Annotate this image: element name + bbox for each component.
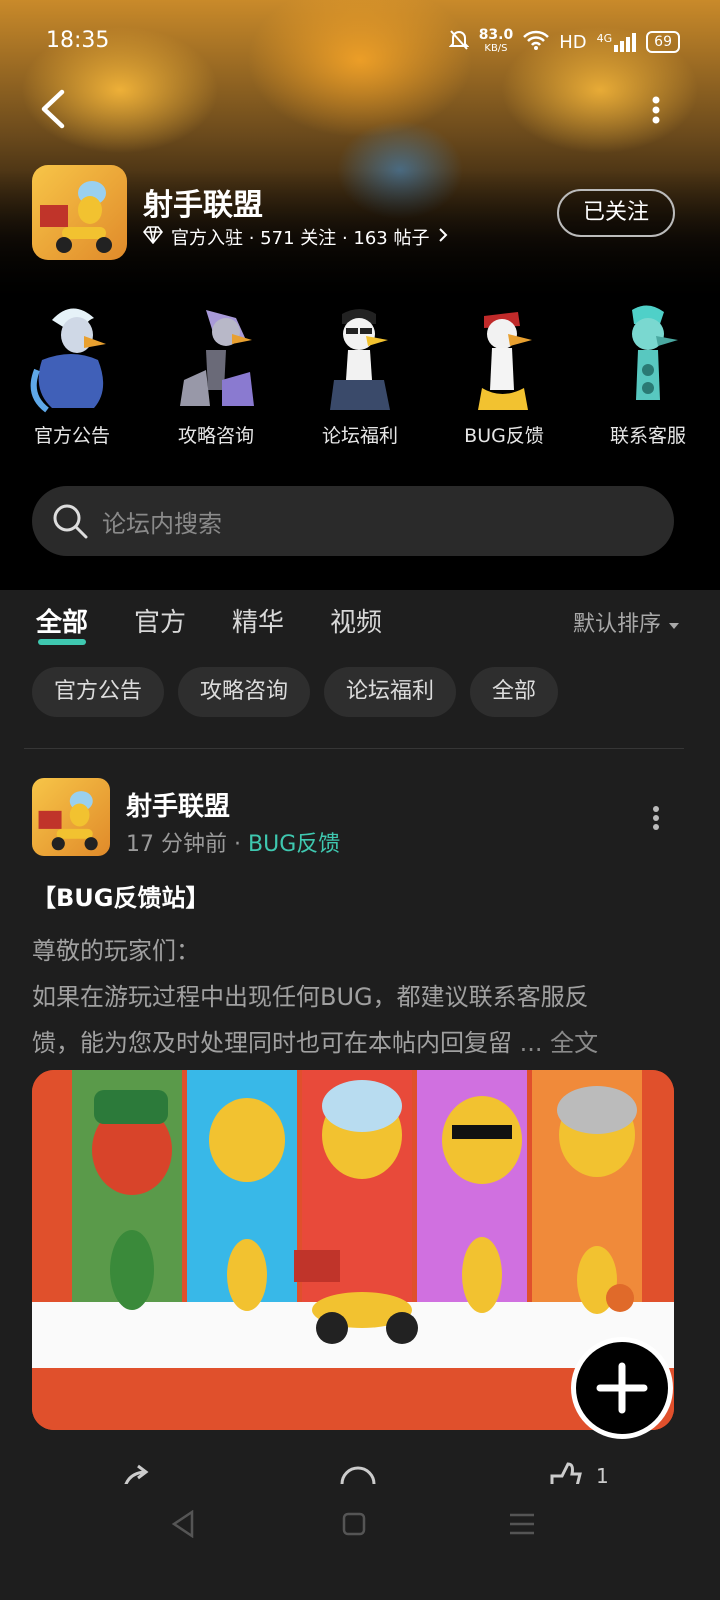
search-icon bbox=[52, 503, 88, 539]
post-more-icon[interactable] bbox=[650, 806, 662, 830]
nav-menu-icon[interactable] bbox=[508, 1512, 536, 1540]
create-post-button[interactable] bbox=[571, 1337, 673, 1439]
like-count: 1 bbox=[596, 1464, 609, 1484]
chevron-right-icon bbox=[438, 227, 448, 248]
announcement-character-icon bbox=[30, 308, 106, 413]
shortcut-label: 攻略咨询 bbox=[177, 425, 254, 447]
forum-name: 射手联盟 bbox=[143, 188, 263, 223]
category-filter: 官方公告 攻略咨询 论坛福利 全部 bbox=[32, 667, 559, 717]
tab-video[interactable]: 视频 bbox=[330, 602, 382, 639]
shortcut-label: 联系客服 bbox=[609, 425, 686, 447]
back-button[interactable] bbox=[34, 86, 74, 132]
read-more-link[interactable]: ... 全文 bbox=[520, 1029, 599, 1057]
shortcut-announcements[interactable]: 官方公告 bbox=[12, 300, 132, 460]
shortcut-row: 官方公告 攻略咨询 论坛福利 BUG反馈 联系客服 bbox=[0, 300, 720, 460]
post-line: 如果在游玩过程中出现任何BUG，都建议联系客服反 bbox=[32, 983, 589, 1011]
shortcut-customer-service[interactable]: 联系客服 bbox=[588, 300, 708, 460]
tab-official[interactable]: 官方 bbox=[134, 602, 186, 639]
net-speed: 83.0 KB/S bbox=[478, 27, 514, 54]
forum-meta[interactable]: 官方入驻 · 571 关注 · 163 帖子 bbox=[142, 224, 448, 250]
chip-announcements[interactable]: 官方公告 bbox=[32, 667, 165, 717]
shortcut-welfare[interactable]: 论坛福利 bbox=[300, 300, 420, 460]
bug-report-character-icon bbox=[478, 312, 532, 410]
post-author-name[interactable]: 射手联盟 bbox=[126, 786, 230, 823]
sort-dropdown[interactable]: 默认排序 bbox=[573, 606, 680, 638]
more-options-icon[interactable] bbox=[650, 96, 662, 126]
divider bbox=[24, 748, 684, 749]
content-tabs: 全部 官方 精华 视频 bbox=[36, 602, 382, 645]
sort-label: 默认排序 bbox=[572, 612, 661, 637]
post-time: 17 分钟前 bbox=[126, 832, 227, 857]
welfare-character-icon bbox=[330, 309, 390, 410]
mute-icon bbox=[448, 29, 470, 56]
chip-all[interactable]: 全部 bbox=[470, 667, 559, 717]
signal-icon: 4G bbox=[597, 32, 637, 52]
shortcut-label: BUG反馈 bbox=[464, 425, 544, 447]
post-actions: 1 bbox=[0, 1460, 720, 1484]
tab-all[interactable]: 全部 bbox=[36, 602, 88, 645]
comment-icon[interactable] bbox=[338, 1464, 378, 1484]
post-author-avatar[interactable] bbox=[32, 778, 110, 856]
post-line: 馈，能为您及时处理同时也可在本帖内回复留 ... 全文 bbox=[32, 1029, 599, 1057]
share-icon[interactable] bbox=[118, 1464, 158, 1484]
forum-header: 18:35 83.0 KB/S HD 4G 69 射手联盟 官方入驻 · 571… bbox=[0, 0, 720, 590]
caret-down-icon bbox=[668, 612, 680, 637]
post-meta: 17 分钟前 · BUG反馈 bbox=[126, 826, 340, 858]
forum-stats: 官方入驻 · 571 关注 · 163 帖子 bbox=[171, 228, 430, 249]
status-icons: 83.0 KB/S HD 4G 69 bbox=[448, 27, 680, 56]
customer-service-character-icon bbox=[632, 305, 678, 400]
post-title[interactable]: 【BUG反馈站】 bbox=[32, 878, 209, 913]
wifi-icon bbox=[523, 30, 550, 55]
search-input[interactable]: 论坛内搜索 bbox=[102, 504, 222, 539]
app-icon bbox=[32, 165, 127, 260]
chip-guides[interactable]: 攻略咨询 bbox=[178, 667, 311, 717]
post-line: 尊敬的玩家们： bbox=[32, 937, 200, 965]
forum-search-bar[interactable]: 论坛内搜索 bbox=[32, 486, 674, 556]
shortcut-label: 论坛福利 bbox=[321, 425, 398, 447]
tab-featured[interactable]: 精华 bbox=[232, 602, 284, 639]
post-excerpt[interactable]: 尊敬的玩家们： 如果在游玩过程中出现任何BUG，都建议联系客服反 馈，能为您及时… bbox=[32, 928, 678, 1066]
status-time: 18:35 bbox=[46, 28, 110, 53]
chip-welfare[interactable]: 论坛福利 bbox=[324, 667, 457, 717]
meta-separator: · bbox=[234, 832, 241, 857]
nav-home-icon[interactable] bbox=[342, 1512, 366, 1540]
like-icon[interactable] bbox=[548, 1462, 584, 1484]
nav-back-icon[interactable] bbox=[170, 1509, 196, 1542]
hd-label: HD bbox=[559, 31, 587, 53]
follow-button[interactable]: 已关注 bbox=[557, 189, 675, 237]
system-nav-bar bbox=[0, 1484, 720, 1600]
shortcut-label: 官方公告 bbox=[33, 425, 110, 447]
post-category-tag[interactable]: BUG反馈 bbox=[248, 832, 340, 857]
battery-icon: 69 bbox=[646, 31, 680, 53]
diamond-icon bbox=[142, 225, 164, 249]
shortcut-guides[interactable]: 攻略咨询 bbox=[156, 300, 276, 460]
shortcut-bug-report[interactable]: BUG反馈 bbox=[444, 300, 564, 460]
guide-character-icon bbox=[180, 310, 254, 406]
